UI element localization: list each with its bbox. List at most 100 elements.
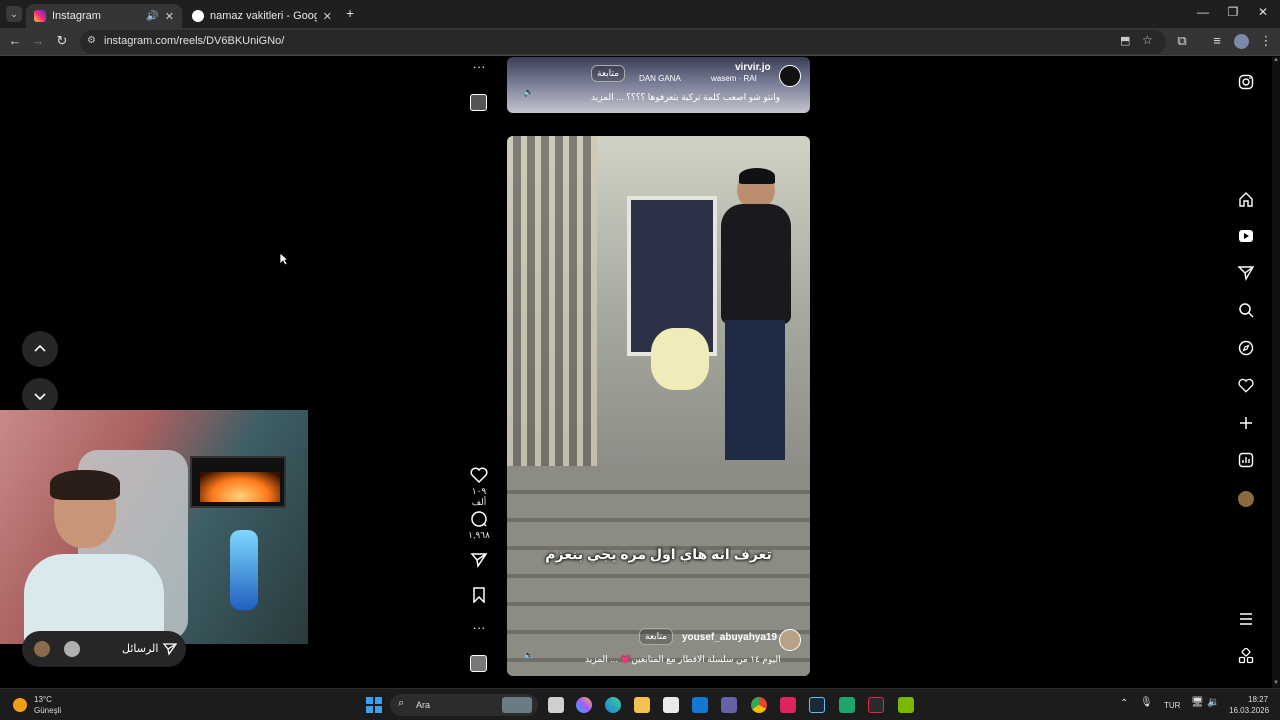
dashboard-icon[interactable] [1236, 450, 1256, 470]
extensions-icon[interactable]: ⧉ [1172, 33, 1192, 49]
comment-icon [471, 511, 487, 527]
chrome-icon[interactable] [751, 697, 767, 713]
mute-icon[interactable]: 🔈 [523, 87, 534, 98]
teams-icon[interactable] [721, 697, 737, 713]
also-from-meta-icon[interactable] [1236, 646, 1256, 666]
chevron-down-icon [34, 393, 46, 401]
app-icon[interactable] [839, 697, 855, 713]
tiktok-icon[interactable] [780, 697, 796, 713]
heart-icon [470, 467, 488, 484]
install-app-icon[interactable]: ⬒ [1120, 34, 1130, 47]
reel-caption[interactable]: وانتو شو اصعب كلمة تركية بتعرفوها ؟؟؟؟ .… [591, 92, 780, 103]
send-icon [470, 553, 488, 568]
language-indicator[interactable]: TUR [1164, 701, 1180, 710]
outlook-icon[interactable] [692, 697, 708, 713]
file-explorer-icon[interactable] [634, 697, 650, 713]
instagram-logo-icon[interactable] [1236, 72, 1256, 92]
bookmark-star-icon[interactable]: ☆ [1142, 33, 1153, 47]
follow-button[interactable]: متابعة [639, 628, 673, 645]
more-options-icon[interactable]: ··· [468, 59, 490, 74]
volume-icon[interactable]: 🔉 [1207, 697, 1219, 708]
reload-icon[interactable]: ↻ [52, 33, 72, 49]
create-plus-icon[interactable] [1236, 413, 1256, 433]
tab-instagram[interactable]: Instagram 🔊 ✕ [26, 4, 182, 28]
tab-media-icon[interactable]: ≡ [1207, 33, 1227, 48]
reel-card-previous[interactable]: virvir.jo wasem · RAI DAN GANA متابعة 🔈 … [507, 57, 810, 113]
follow-button[interactable]: متابعة [591, 65, 625, 82]
url-text[interactable]: instagram.com/reels/DV6BKUniGNo/ [104, 35, 284, 47]
reel-username[interactable]: virvir.jo [735, 62, 771, 73]
steam-icon[interactable] [809, 697, 825, 713]
new-tab-button[interactable]: + [346, 5, 354, 21]
explore-icon[interactable] [1236, 338, 1256, 358]
site-info-icon[interactable]: ⚙ [87, 35, 96, 46]
copilot-icon[interactable] [576, 697, 592, 713]
taskbar-search[interactable]: ⌕ Ara [390, 694, 538, 716]
notifications-heart-icon[interactable] [1236, 375, 1256, 395]
search-icon: ⌕ [398, 697, 405, 709]
messages-button[interactable]: الرسائل [22, 631, 186, 667]
page-scrollbar[interactable]: ▲ ▼ [1272, 57, 1280, 688]
instagram-favicon-icon [34, 10, 46, 22]
windows-taskbar: 13°C Güneşli ⌕ Ara ⌃ 🎙 TUR 🖥 🔉 18:27 16.… [0, 688, 1280, 720]
forward-icon[interactable]: → [28, 33, 48, 48]
home-icon[interactable] [1236, 189, 1256, 209]
reel-author-avatar[interactable] [779, 629, 801, 651]
store-icon[interactable] [663, 697, 679, 713]
reel-author-avatar[interactable] [779, 65, 801, 87]
reel-overlay-text: DAN GANA [639, 74, 681, 83]
network-icon[interactable]: 🖥 [1191, 697, 1204, 708]
more-options-icon[interactable]: ··· [468, 620, 490, 635]
mute-icon[interactable]: 🔈 [523, 650, 534, 661]
tray-overflow-icon[interactable]: ⌃ [1120, 698, 1128, 709]
app-icon[interactable] [868, 697, 884, 713]
google-favicon-icon [192, 10, 204, 22]
address-bar[interactable]: ⚙ instagram.com/reels/DV6BKUniGNo/ ⬒ ☆ [80, 30, 1166, 54]
next-reel-button[interactable] [22, 378, 58, 414]
audio-thumbnail[interactable] [470, 94, 487, 111]
nvidia-icon[interactable] [898, 697, 914, 713]
close-window-icon[interactable]: ✕ [1248, 5, 1278, 19]
instagram-reels-page: الرسائل virvir.jo wasem · RAI DAN GANA م… [0, 57, 1280, 688]
reels-icon[interactable] [1236, 226, 1256, 246]
tab-strip: ⌄ Instagram 🔊 ✕ namaz vakitleri - Google… [0, 0, 1280, 28]
reel-card-current[interactable]: تعرف انه هاي اول مره يجي بنعزم yousef_ab… [507, 136, 810, 676]
direct-messages-icon[interactable] [1236, 263, 1256, 283]
tab-audio-icon[interactable]: 🔊 [146, 11, 158, 22]
like-button[interactable]: ١٠٩ ألف [468, 467, 490, 508]
share-button[interactable] [468, 552, 490, 570]
webcam-fireplace-screen [190, 456, 286, 508]
chevron-up-icon [34, 344, 46, 352]
search-icon[interactable] [1236, 300, 1256, 320]
save-button[interactable] [468, 587, 490, 605]
tab-search-button[interactable]: ⌄ [6, 6, 22, 22]
tab-close-icon[interactable]: ✕ [165, 10, 174, 23]
start-button[interactable] [366, 697, 382, 713]
profile-avatar[interactable] [1236, 489, 1256, 509]
more-menu-icon[interactable] [1236, 609, 1256, 629]
task-view-icon[interactable] [548, 697, 564, 713]
reel-audio[interactable]: wasem · RAI [711, 74, 757, 83]
video-subtitle: تعرف انه هاي اول مره يجي بنعزم [545, 546, 772, 562]
reel-caption[interactable]: اليوم ١٤ من سلسلة الافطار مع المتابعين💗 … [585, 654, 781, 665]
maximize-icon[interactable]: ❐ [1218, 5, 1248, 19]
search-placeholder: Ara [416, 700, 431, 710]
webcam-lamp [230, 530, 258, 610]
reel-username[interactable]: yousef_abuyahya19 [682, 632, 777, 643]
edge-icon[interactable] [605, 697, 621, 713]
back-icon[interactable]: ← [5, 33, 25, 48]
profile-avatar[interactable] [1234, 34, 1249, 49]
minimize-icon[interactable]: — [1188, 5, 1218, 19]
clock-date[interactable]: 16.03.2026 [1229, 706, 1269, 715]
weather-icon[interactable] [13, 698, 27, 712]
clock-time[interactable]: 18:27 [1248, 695, 1268, 704]
audio-thumbnail[interactable] [470, 655, 487, 672]
menu-icon[interactable]: ⋮ [1256, 33, 1276, 49]
comment-button[interactable]: ١,٩٦٨ [468, 510, 490, 541]
previous-reel-button[interactable] [22, 331, 58, 367]
search-highlight-image [502, 697, 532, 713]
microphone-icon[interactable]: 🎙 [1140, 697, 1153, 708]
messages-avatar [34, 641, 50, 657]
tab-close-icon[interactable]: ✕ [323, 10, 332, 23]
tab-google-search[interactable]: namaz vakitleri - Google'da Ara ✕ [184, 4, 340, 28]
